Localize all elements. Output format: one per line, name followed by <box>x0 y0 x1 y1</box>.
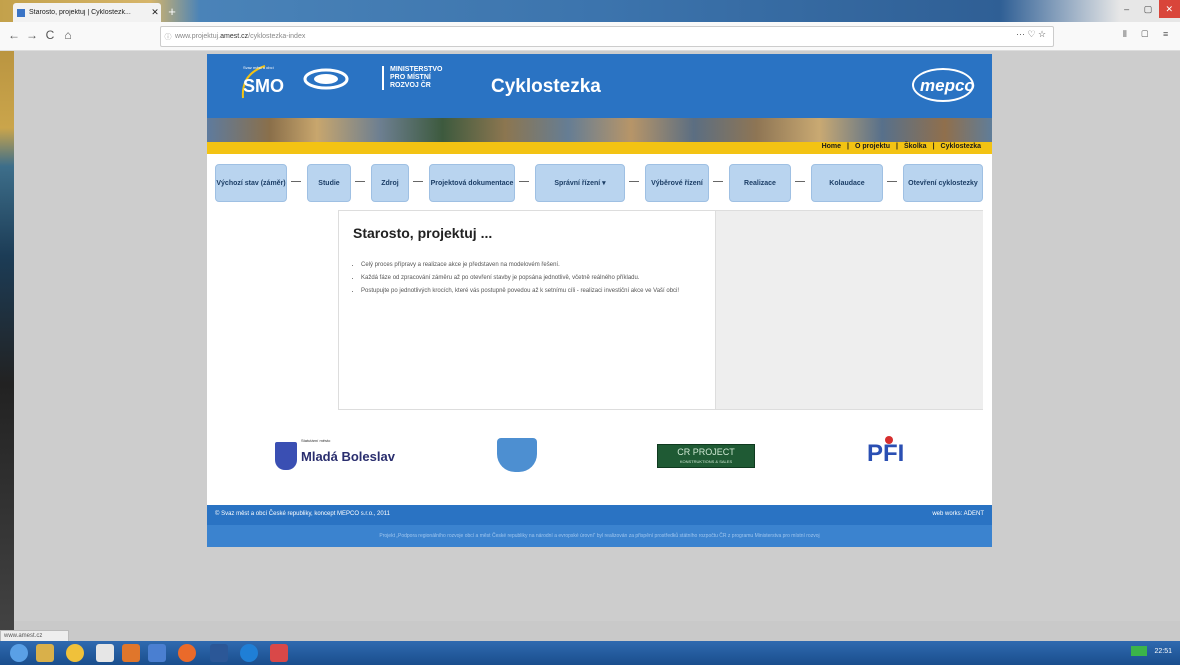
arrow-icon <box>291 181 301 182</box>
edge-icon[interactable] <box>240 644 258 662</box>
mlada-boleslav-logo[interactable]: Statutární město Mladá Boleslav <box>275 438 395 470</box>
reload-icon[interactable]: C <box>42 28 58 42</box>
ministry-emblem-icon <box>303 68 349 90</box>
step-zdroj[interactable]: Zdroj <box>371 164 409 202</box>
step-studie[interactable]: Studie <box>307 164 351 202</box>
arrow-icon <box>795 181 805 182</box>
browser-tab-strip: Starosto, projektuj | Cyklostezk... ✕ + … <box>0 0 1180 22</box>
explorer-icon[interactable] <box>36 644 54 662</box>
arrow-icon <box>629 181 639 182</box>
url-bar[interactable]: ⓘ www.projektuj.amest.cz/cyklostezka-ind… <box>160 26 1054 47</box>
close-tab-icon[interactable]: ✕ <box>149 7 161 18</box>
pfi-logo[interactable]: PFI <box>867 436 904 468</box>
nav-link-skolka[interactable]: Školka <box>904 143 927 150</box>
info-icon[interactable]: ⓘ <box>161 32 175 42</box>
arrow-icon <box>713 181 723 182</box>
step-vychozi-stav[interactable]: Výchozí stav (záměr) <box>215 164 287 202</box>
step-vyberove-rizeni[interactable]: Výběrové řízení <box>645 164 709 202</box>
outlook-icon[interactable] <box>148 644 166 662</box>
taskbar: 22:51 <box>0 641 1180 665</box>
word-icon[interactable] <box>210 644 228 662</box>
arrow-icon <box>413 181 423 182</box>
system-tray: 22:51 <box>1130 646 1172 656</box>
forward-icon[interactable]: → <box>24 28 40 42</box>
smo-logo[interactable]: Svaz měst a obcí SMO <box>239 64 284 102</box>
powerpoint-icon[interactable] <box>122 644 140 662</box>
step-projektova-dokumentace[interactable]: Projektová dokumentace <box>429 164 515 202</box>
pfi-dot-icon <box>885 436 893 444</box>
ministry-logo[interactable]: MINISTERSTVO PRO MÍSTNÍ ROZVOJ ČR <box>382 66 443 90</box>
step-spravni-rizeni[interactable]: Správní řízení ▾ <box>535 164 625 202</box>
list-item: Postupujte po jednotlivých krocích, kter… <box>361 287 706 296</box>
url-text: www.projektuj.amest.cz/cyklostezka-index <box>175 33 306 40</box>
intro-list: Celý proces přípravy a realizace akce je… <box>353 261 706 300</box>
partner-logos: Statutární město Mladá Boleslav CR PROJE… <box>207 416 992 496</box>
new-tab-button[interactable]: + <box>163 3 181 22</box>
nav-link-home[interactable]: Home <box>822 143 841 150</box>
window-controls: – ▢ ✕ <box>1116 0 1180 18</box>
region-crest-icon[interactable] <box>497 438 537 472</box>
list-item: Celý proces přípravy a realizace akce je… <box>361 261 706 270</box>
footer-credit-link[interactable]: web works: ADENT <box>932 511 984 517</box>
tab-title: Starosto, projektuj | Cyklostezk... <box>29 9 131 16</box>
nav-link-cyklostezka[interactable]: Cyklostezka <box>941 143 981 150</box>
home-icon[interactable]: ⌂ <box>60 28 76 42</box>
browser-navbar: ← → C ⌂ ⓘ www.projektuj.amest.cz/cyklost… <box>0 22 1180 51</box>
process-steps: Výchozí stav (záměr) Studie Zdroj Projek… <box>215 164 985 202</box>
website: Svaz měst a obcí SMO MINISTERSTVO PRO MÍ… <box>207 54 992 547</box>
arrow-icon <box>355 181 365 182</box>
main-content: Starosto, projektuj ... Celý proces příp… <box>338 210 983 410</box>
page-heading: Starosto, projektuj ... <box>353 225 493 241</box>
app-icon[interactable] <box>96 644 114 662</box>
site-header: Svaz měst a obcí SMO MINISTERSTVO PRO MÍ… <box>207 54 992 118</box>
browser-tab[interactable]: Starosto, projektuj | Cyklostezk... ✕ <box>13 3 161 22</box>
arrow-icon <box>519 181 529 182</box>
header-photo-strip <box>207 118 992 142</box>
maximize-icon[interactable]: ▢ <box>1137 0 1158 18</box>
nav-link-about[interactable]: O projektu <box>855 143 890 150</box>
footer-note: Projekt „Podpora regionálního rozvoje ob… <box>207 525 992 547</box>
mepco-logo[interactable]: mepco <box>920 76 975 96</box>
page-actions-icon[interactable]: ··· ♡ ☆ <box>1016 29 1046 40</box>
footer: © Svaz měst a obcí České republiky, konc… <box>207 505 992 525</box>
toolbar-icons[interactable]: ⫴ ▢ ≡ <box>1123 29 1174 40</box>
close-window-icon[interactable]: ✕ <box>1158 0 1180 18</box>
footer-copyright: © Svaz měst a obcí České republiky, konc… <box>215 511 390 517</box>
clock[interactable]: 22:51 <box>1154 648 1172 655</box>
arrow-icon <box>887 181 897 182</box>
site-title: Cyklostezka <box>491 76 601 97</box>
start-icon[interactable] <box>10 644 28 662</box>
side-panel <box>715 211 983 409</box>
coat-of-arms-icon <box>275 442 297 470</box>
pdf-icon[interactable] <box>270 644 288 662</box>
list-item: Každá fáze od zpracování záměru až po ot… <box>361 274 706 283</box>
cr-project-logo[interactable]: CR PROJECT KONSTRUKTIONS & SALES <box>657 444 755 468</box>
step-realizace[interactable]: Realizace <box>729 164 791 202</box>
chrome-icon[interactable] <box>66 644 84 662</box>
minimize-icon[interactable]: – <box>1116 0 1137 18</box>
back-icon[interactable]: ← <box>6 28 22 42</box>
monitor-icon[interactable] <box>1130 646 1147 656</box>
step-kolaudace[interactable]: Kolaudace <box>811 164 883 202</box>
favicon-icon <box>17 8 25 17</box>
desktop-background <box>0 0 14 640</box>
firefox-icon[interactable] <box>178 644 196 662</box>
step-otevreni-cyklostezky[interactable]: Otevření cyklostezky <box>903 164 983 202</box>
top-nav-links: Home | O projektu | Školka | Cyklostezka <box>821 143 981 150</box>
